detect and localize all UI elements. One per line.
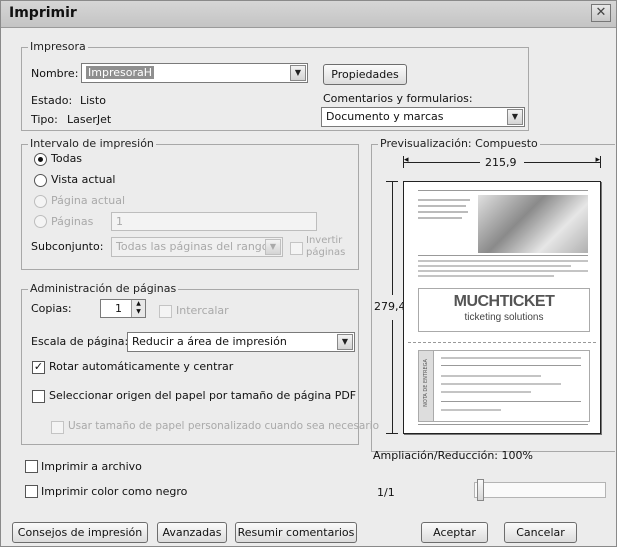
cancel-button[interactable]: Cancelar <box>504 522 577 543</box>
page-slider-thumb[interactable] <box>477 479 484 501</box>
auto-rotate-label: Rotar automáticamente y centrar <box>49 360 234 373</box>
preview-stub-label: NOTA DE ENTREGA <box>423 359 429 407</box>
preview-stub: NOTA DE ENTREGA <box>418 350 590 422</box>
arrow-right-icon: ▸ <box>595 155 600 165</box>
comments-forms-select[interactable]: Documento y marcas ▼ <box>321 107 525 127</box>
radio-all[interactable] <box>34 153 47 166</box>
radio-pages <box>34 215 47 228</box>
printer-select[interactable]: ImpresoraH ▼ <box>81 63 308 83</box>
pages-input: 1 <box>111 212 317 231</box>
subset-label: Subconjunto: <box>31 240 104 253</box>
close-button[interactable]: ✕ <box>591 4 611 22</box>
invert-pages-label-1: Invertir <box>306 235 343 246</box>
chevron-down-icon: ▼ <box>337 334 353 350</box>
print-black-label: Imprimir color como negro <box>41 485 188 498</box>
height-dimension-label: 279,4 <box>374 300 406 313</box>
copies-label: Copias: <box>31 302 72 315</box>
print-black-checkbox[interactable] <box>25 485 38 498</box>
preview-text-block <box>418 260 588 282</box>
copies-stepper[interactable]: 1 ▲ ▼ <box>100 299 146 318</box>
printer-name-label: Nombre: <box>31 67 79 80</box>
invert-pages-label-2: páginas <box>306 247 346 258</box>
preview-logo: MUCHTICKET <box>453 293 555 310</box>
printer-legend: Impresora <box>28 40 88 53</box>
print-tips-button[interactable]: Consejos de impresión <box>12 522 148 543</box>
paper-source-checkbox[interactable] <box>32 390 45 403</box>
printer-status-value: Listo <box>80 94 106 107</box>
preview-logo-box: MUCHTICKET ticketing solutions <box>418 288 590 332</box>
subset-value: Todas las páginas del rango <box>116 240 269 253</box>
comments-forms-value: Documento y marcas <box>326 110 444 123</box>
collate-label: Intercalar <box>176 304 229 317</box>
print-to-file-label: Imprimir a archivo <box>41 460 142 473</box>
invert-pages-checkbox <box>290 242 303 255</box>
chevron-down-icon: ▼ <box>290 65 306 81</box>
print-range-legend: Intervalo de impresión <box>28 137 156 150</box>
arrow-up-icon[interactable]: ▲ <box>132 300 145 308</box>
width-dimension-label: 215,9 <box>485 156 517 169</box>
preview-tagline: ticketing solutions <box>464 312 544 323</box>
chevron-down-icon: ▼ <box>507 109 523 125</box>
printer-type-value: LaserJet <box>67 113 112 126</box>
zoom-label: Ampliación/Reducción: 100% <box>373 449 533 462</box>
width-dimension: ◂ ▸ 215,9 <box>403 155 601 169</box>
subset-select: Todas las páginas del rango ▼ <box>111 237 283 257</box>
properties-button[interactable]: Propiedades <box>323 64 407 85</box>
page-scale-value: Reducir a área de impresión <box>132 335 287 348</box>
auto-rotate-checkbox[interactable]: ✓ <box>32 361 45 374</box>
custom-paper-checkbox <box>51 421 64 434</box>
summarize-comments-button[interactable]: Resumir comentarios <box>235 522 357 543</box>
page-slider-track[interactable] <box>474 482 606 498</box>
radio-pages-label: Páginas <box>51 215 94 228</box>
page-scale-label: Escala de página: <box>31 335 129 348</box>
preview-legend: Previsualización: Compuesto <box>378 137 540 150</box>
print-dialog: Imprimir ✕ Impresora Nombre: ImpresoraH … <box>0 0 617 547</box>
title-bar: Imprimir ✕ <box>1 1 616 28</box>
printer-type-label: Tipo: <box>31 113 58 126</box>
comments-forms-label: Comentarios y formularios: <box>323 92 473 105</box>
ok-button[interactable]: Aceptar <box>421 522 488 543</box>
custom-paper-label: Usar tamaño de papel personalizado cuand… <box>68 420 380 432</box>
printer-name-value: ImpresoraH <box>86 66 154 79</box>
page-counter: 1/1 <box>377 486 395 499</box>
paper-source-label: Seleccionar origen del papel por tamaño … <box>49 389 357 402</box>
collate-checkbox <box>159 305 172 318</box>
page-preview: MUCHTICKET ticketing solutions NOTA DE E… <box>403 181 601 434</box>
close-icon: ✕ <box>595 5 607 20</box>
preview-footer-strip <box>418 424 588 425</box>
radio-current-page-label: Página actual <box>51 194 125 207</box>
arrow-down-icon[interactable]: ▼ <box>132 308 145 316</box>
radio-current-view-label: Vista actual <box>51 173 116 186</box>
print-to-file-checkbox[interactable] <box>25 460 38 473</box>
preview-ticket-top <box>418 190 588 256</box>
printer-status-label: Estado: <box>31 94 73 107</box>
window-title: Imprimir <box>9 5 77 21</box>
copies-value: 1 <box>115 302 122 315</box>
radio-current-view[interactable] <box>34 174 47 187</box>
advanced-button[interactable]: Avanzadas <box>157 522 227 543</box>
page-handling-legend: Administración de páginas <box>28 282 179 295</box>
chevron-down-icon: ▼ <box>265 239 281 255</box>
arrow-left-icon: ◂ <box>404 155 409 165</box>
radio-current-page <box>34 195 47 208</box>
page-scale-select[interactable]: Reducir a área de impresión ▼ <box>127 332 355 352</box>
radio-all-label: Todas <box>51 152 83 165</box>
stepper-arrows[interactable]: ▲ ▼ <box>131 300 145 317</box>
preview-cut-line <box>408 342 596 343</box>
preview-photo <box>478 195 588 253</box>
